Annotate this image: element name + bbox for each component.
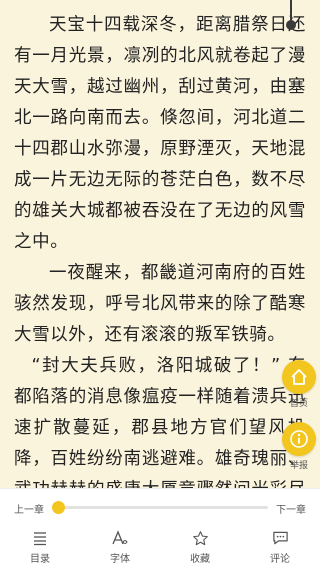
progress-thumb[interactable]: [52, 501, 65, 514]
list-icon: [32, 529, 48, 547]
star-icon: [192, 529, 209, 547]
paragraph: 天宝十四载深冬，距离腊祭日还有一月光景，凛冽的北风就卷起了漫天大雪，越过幽州，刮…: [14, 15, 306, 252]
tab-label: 字体: [110, 554, 130, 565]
paragraph: 一夜醒来，都畿道河南府的百姓骇然发现，呼号北风带来的除了酷寒大雪以外，还有滚滚的…: [14, 263, 306, 345]
home-icon: [291, 369, 307, 385]
tab-font[interactable]: 字体: [80, 524, 160, 570]
next-chapter-button[interactable]: 下一章: [276, 501, 306, 516]
tab-toc[interactable]: 目录: [0, 524, 80, 570]
bottom-tabbar: 目录 字体 收藏 评论: [0, 524, 320, 570]
tab-label: 评论: [270, 554, 290, 565]
prev-chapter-button[interactable]: 上一章: [14, 501, 44, 516]
tab-label: 收藏: [190, 554, 210, 565]
progress-slider[interactable]: [52, 501, 268, 514]
home-label: 首页: [289, 399, 308, 409]
paragraph: “封大夫兵败，洛阳城破了！” 东都陷落的消息像瘟疫一样随着溃兵迅速扩散蔓延，郡县…: [14, 356, 306, 488]
font-icon: [111, 529, 129, 547]
bookmark-pin-icon[interactable]: [286, 0, 296, 34]
bookmark-head: [286, 20, 296, 30]
comment-icon: [272, 529, 289, 547]
home-button[interactable]: [282, 360, 316, 394]
report-button[interactable]: [282, 422, 316, 456]
bookmark-stem: [290, 0, 292, 22]
reader-content[interactable]: 天宝十四载深冬，距离腊祭日还有一月光景，凛冽的北风就卷起了漫天大雪，越过幽州，刮…: [0, 0, 320, 488]
report-label: 举报: [289, 461, 308, 471]
tab-comment[interactable]: 评论: [240, 524, 320, 570]
tab-label: 目录: [30, 554, 50, 565]
tab-favorite[interactable]: 收藏: [160, 524, 240, 570]
chapter-progress-bar: 上一章 下一章: [0, 488, 320, 525]
info-icon: [290, 430, 308, 448]
